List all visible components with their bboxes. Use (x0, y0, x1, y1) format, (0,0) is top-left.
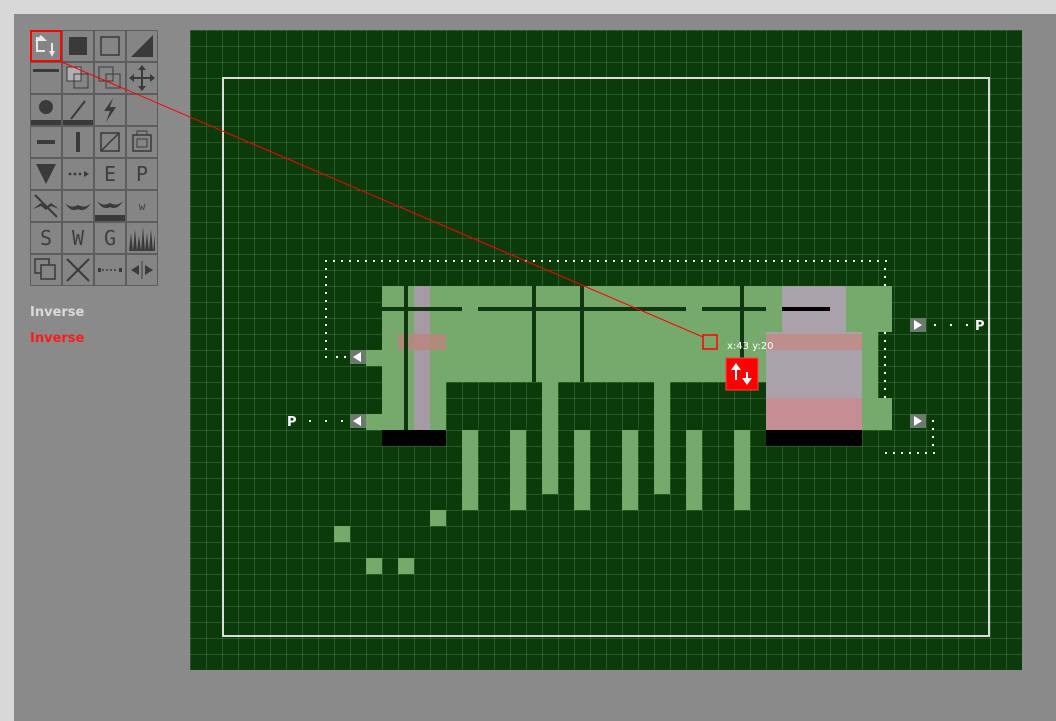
dotted-arrow-icon (68, 171, 89, 177)
horizontal-bar-icon[interactable] (30, 126, 62, 158)
grass-icon[interactable] (126, 222, 158, 254)
copy-stamp-icon (66, 66, 89, 89)
letter-w-tool-label: W (71, 226, 85, 250)
bird-platform-icon (95, 201, 125, 221)
circle-brush-icon (31, 100, 61, 125)
tool-palette: EPw SWG (30, 30, 158, 286)
bat-icon[interactable] (30, 190, 62, 222)
bird-platform-icon[interactable] (94, 190, 126, 222)
spike-down-icon (36, 164, 56, 184)
ledge-icon[interactable] (30, 62, 62, 94)
duplicate-icon (98, 66, 121, 89)
letter-g-tool-label: G (103, 226, 117, 250)
letter-w-small-tool-label: w (138, 199, 146, 213)
fill-square-icon (69, 37, 87, 55)
empty-tool-icon[interactable] (126, 94, 158, 126)
hatch-square-icon[interactable] (94, 126, 126, 158)
move-arrows-icon (129, 65, 155, 91)
letter-g-tool[interactable]: G (94, 222, 126, 254)
duplicate-icon[interactable] (94, 62, 126, 94)
bat-icon (33, 194, 59, 218)
inverse-toggle-on[interactable]: Inverse (30, 331, 84, 346)
cross-icon[interactable] (62, 254, 94, 286)
letter-p-tool[interactable]: P (126, 158, 158, 190)
bird-icon[interactable] (62, 190, 94, 222)
dashed-range-icon (98, 268, 122, 272)
copy-stamp-icon[interactable] (62, 62, 94, 94)
horizontal-bar-icon (37, 140, 55, 144)
bird-icon (65, 203, 91, 211)
diagonal-line-icon (63, 100, 93, 125)
letter-s-tool-label: S (39, 226, 53, 250)
level-canvas[interactable] (190, 30, 1022, 670)
dashed-range-icon[interactable] (94, 254, 126, 286)
empty-square-icon[interactable] (94, 30, 126, 62)
slope-icon[interactable] (126, 30, 158, 62)
download-tool-icon[interactable] (30, 30, 62, 62)
shelter-icon[interactable] (126, 126, 158, 158)
ledge-icon (33, 69, 59, 72)
lightning-icon (104, 98, 116, 122)
empty-square-icon (100, 36, 120, 56)
cross-icon (66, 258, 90, 282)
circle-brush-icon[interactable] (30, 94, 62, 126)
stack-icon (34, 258, 56, 280)
shelter-icon (132, 130, 152, 152)
scroll-arrows-icon (131, 261, 153, 279)
move-arrows-icon[interactable] (126, 62, 158, 94)
letter-e-tool-label: E (103, 162, 117, 186)
scroll-arrows-icon[interactable] (126, 254, 158, 286)
letter-s-tool[interactable]: S (30, 222, 62, 254)
dotted-arrow-icon[interactable] (62, 158, 94, 190)
vertical-bar-icon (76, 132, 80, 152)
lightning-icon[interactable] (94, 94, 126, 126)
download-tool-icon (35, 35, 55, 57)
hatch-square-icon (100, 132, 120, 152)
letter-w-tool[interactable]: W (62, 222, 94, 254)
vertical-bar-icon[interactable] (62, 126, 94, 158)
diagonal-line-icon[interactable] (62, 94, 94, 126)
spike-down-icon[interactable] (30, 158, 62, 190)
inverse-toggle-off[interactable]: Inverse (30, 305, 84, 320)
letter-w-small-tool[interactable]: w (126, 190, 158, 222)
grass-icon (129, 227, 155, 251)
empty-tool-icon (127, 95, 157, 125)
slope-icon (131, 35, 153, 57)
stack-icon[interactable] (30, 254, 62, 286)
letter-p-tool-label: P (135, 162, 149, 186)
fill-square-icon[interactable] (62, 30, 94, 62)
letter-e-tool[interactable]: E (94, 158, 126, 190)
